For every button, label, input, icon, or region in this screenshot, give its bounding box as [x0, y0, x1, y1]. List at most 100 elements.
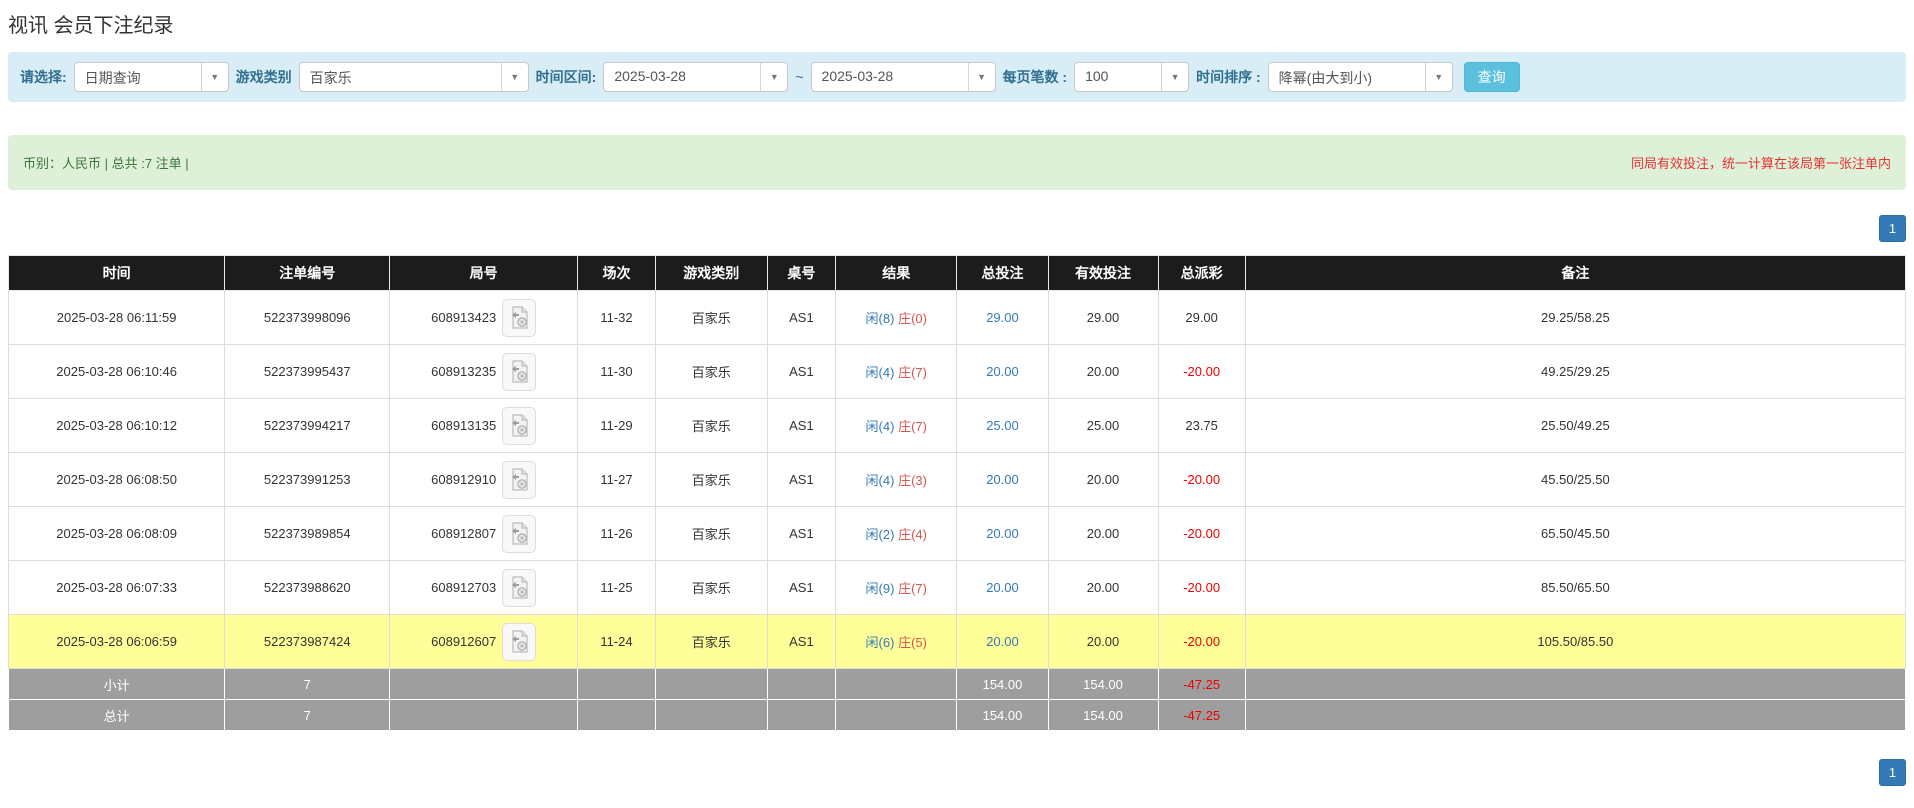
date-from-select[interactable]: 2025-03-28 ▼	[603, 62, 789, 92]
video-replay-icon[interactable]	[502, 568, 537, 607]
column-header: 结果	[835, 255, 958, 291]
page-1-button[interactable]: 1	[1879, 759, 1906, 786]
round-number: 608912607	[431, 634, 497, 649]
time-sort-select[interactable]: 降幂(由大到小) ▼	[1267, 62, 1453, 92]
total-bet-link[interactable]: 20.00	[986, 364, 1019, 379]
payout-sum-value: -47.25	[1183, 707, 1221, 723]
total-bet-link[interactable]: 20.00	[986, 580, 1019, 595]
game-category-label: 游戏类别	[235, 69, 292, 85]
total-bet-cell: 20.00	[956, 452, 1049, 507]
payout-sum-cell: -47.25	[1157, 668, 1246, 700]
total-bet-sum-cell: 154.00	[956, 699, 1049, 731]
video-replay-icon[interactable]	[502, 622, 537, 661]
video-replay-icon[interactable]	[502, 514, 537, 553]
payout-value: -20.00	[1183, 634, 1221, 649]
table-row: 2025-03-28 06:07:33 522373988620 6089127…	[7, 560, 1907, 615]
valid-bet-cell: 20.00	[1047, 506, 1159, 561]
game-category-value: 百家乐	[309, 70, 352, 86]
game-cell: 百家乐	[654, 560, 768, 615]
video-replay-icon[interactable]	[502, 298, 537, 337]
session-cell: 11-26	[577, 506, 656, 561]
payout-value: 23.75	[1185, 418, 1218, 433]
game-cell: 百家乐	[654, 452, 768, 507]
table-header-row: 时间 注单编号 局号 场次 游戏类别 桌号 结果 总投注 有效投注 总派彩 备注	[7, 255, 1907, 291]
result-cell: 闲(6) 庄(5)	[835, 614, 958, 669]
bet-id-cell: 522373995437	[224, 344, 391, 399]
result-banker: 庄(5)	[898, 635, 927, 650]
table-no-cell: AS1	[766, 560, 837, 615]
page-size-select[interactable]: 100 ▼	[1074, 62, 1190, 92]
round-cell: 608912703	[389, 560, 579, 615]
result-cell: 闲(4) 庄(7)	[835, 398, 958, 453]
valid-bet-cell: 20.00	[1047, 344, 1159, 399]
result-player: 闲(6)	[865, 635, 895, 650]
time-cell: 2025-03-28 06:08:09	[7, 506, 226, 561]
column-header: 桌号	[766, 255, 837, 291]
date-to-select[interactable]: 2025-03-28 ▼	[810, 62, 996, 92]
round-cell: 608913235	[389, 344, 579, 399]
date-from-value: 2025-03-28	[614, 68, 686, 84]
payout-sum-value: -47.25	[1183, 676, 1221, 692]
column-header: 场次	[577, 255, 656, 291]
bet-id-cell: 522373998096	[224, 290, 391, 345]
session-cell: 11-24	[577, 614, 656, 669]
total-bet-link[interactable]: 20.00	[986, 526, 1019, 541]
total-bet-cell: 20.00	[956, 344, 1049, 399]
column-header: 有效投注	[1047, 255, 1159, 291]
time-sort-value: 降幂(由大到小)	[1278, 70, 1372, 86]
query-type-label: 请选择:	[20, 69, 67, 85]
total-bet-cell: 20.00	[956, 614, 1049, 669]
table-no-cell: AS1	[766, 344, 837, 399]
session-cell: 11-27	[577, 452, 656, 507]
session-cell: 11-32	[577, 290, 656, 345]
total-bet-link[interactable]: 25.00	[986, 418, 1019, 433]
valid-bet-cell: 20.00	[1047, 452, 1159, 507]
game-cell: 百家乐	[654, 398, 768, 453]
remark-cell: 85.50/65.50	[1244, 560, 1907, 615]
round-number: 608912910	[431, 472, 497, 487]
video-replay-icon[interactable]	[502, 460, 537, 499]
round-number: 608912703	[431, 580, 497, 595]
game-category-select[interactable]: 百家乐 ▼	[298, 62, 529, 92]
payout-value: 29.00	[1185, 310, 1218, 325]
remark-cell: 25.50/49.25	[1244, 398, 1907, 453]
result-cell: 闲(9) 庄(7)	[835, 560, 958, 615]
total-bet-link[interactable]: 29.00	[986, 310, 1019, 325]
total-bet-link[interactable]: 20.00	[986, 472, 1019, 487]
round-number: 608913423	[431, 310, 497, 325]
query-type-select[interactable]: 日期查询 ▼	[73, 62, 229, 92]
currency-total-summary: 币别：人民币 | 总共 :7 注单 |	[23, 156, 189, 171]
round-number: 608913135	[431, 418, 497, 433]
round-cell: 608912607	[389, 614, 579, 669]
video-replay-icon[interactable]	[502, 352, 537, 391]
bet-id-cell: 522373988620	[224, 560, 391, 615]
time-sort-label: 时间排序 :	[1196, 69, 1261, 85]
table-row: 2025-03-28 06:11:59 522373998096 6089134…	[7, 290, 1907, 345]
time-range-label: 时间区间:	[535, 69, 597, 85]
result-banker: 庄(7)	[898, 365, 927, 380]
chevron-down-icon: ▼	[200, 63, 228, 91]
total-bet-cell: 25.00	[956, 398, 1049, 453]
remark-cell: 105.50/85.50	[1244, 614, 1907, 669]
game-cell: 百家乐	[654, 614, 768, 669]
result-cell: 闲(8) 庄(0)	[835, 290, 958, 345]
result-banker: 庄(4)	[898, 527, 927, 542]
date-to-value: 2025-03-28	[821, 68, 894, 84]
round-cell: 608913135	[389, 398, 579, 453]
page-1-button[interactable]: 1	[1879, 215, 1906, 242]
result-banker: 庄(7)	[898, 419, 927, 434]
video-replay-icon[interactable]	[502, 406, 537, 445]
total-bet-sum-cell: 154.00	[956, 668, 1049, 700]
total-row: 小计 7 154.00 154.00 -47.25	[7, 668, 1907, 700]
total-bet-cell: 20.00	[956, 560, 1049, 615]
valid-bet-cell: 20.00	[1047, 614, 1159, 669]
result-banker: 庄(3)	[898, 473, 927, 488]
valid-bet-cell: 29.00	[1047, 290, 1159, 345]
time-cell: 2025-03-28 06:10:46	[7, 344, 226, 399]
chevron-down-icon: ▼	[1424, 63, 1452, 91]
total-bet-link[interactable]: 20.00	[986, 634, 1019, 649]
total-row: 总计 7 154.00 154.00 -47.25	[7, 699, 1907, 731]
search-button[interactable]: 查询	[1463, 62, 1520, 92]
result-cell: 闲(2) 庄(4)	[835, 506, 958, 561]
payout-cell: 23.75	[1157, 398, 1246, 453]
